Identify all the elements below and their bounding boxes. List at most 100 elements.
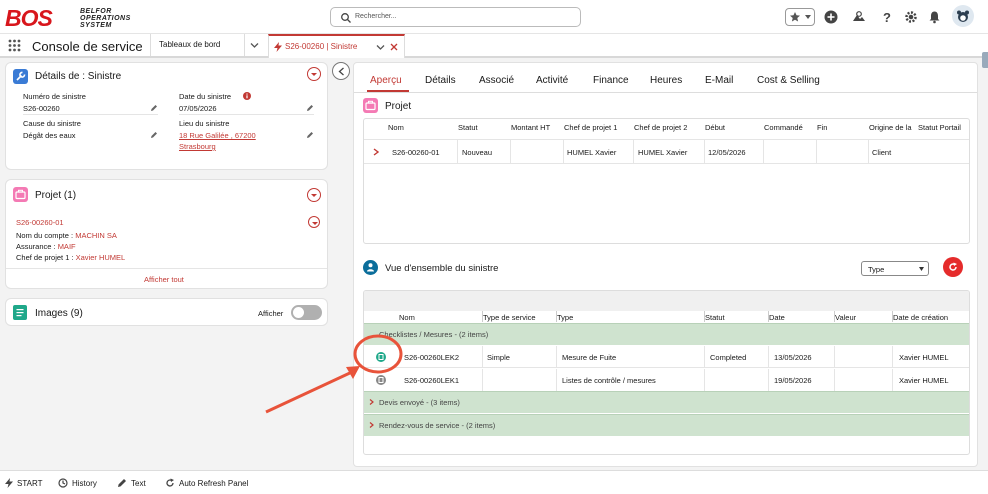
collapse-panel-button[interactable] xyxy=(332,62,350,80)
person-icon xyxy=(363,260,378,275)
edit-date-pencil-icon[interactable] xyxy=(306,104,314,112)
projet-item-link[interactable]: S26-00260-01 xyxy=(16,218,64,227)
col-chef2[interactable]: Chef de projet 2 xyxy=(634,123,687,132)
tab-activite[interactable]: Activité xyxy=(536,75,568,86)
col-nom[interactable]: Nom xyxy=(388,123,404,132)
vcol-type-service[interactable]: Type de service xyxy=(483,313,536,322)
group-rendez-vous[interactable]: Rendez-vous de service - (2 items) xyxy=(364,414,969,436)
divider xyxy=(510,139,511,163)
col-statut[interactable]: Statut xyxy=(458,123,478,132)
projet-row-nom[interactable]: S26-00260-01 xyxy=(392,148,440,157)
vcol-type[interactable]: Type xyxy=(557,313,573,322)
vue-section-title: Vue d'ensemble du sinistre xyxy=(385,263,499,274)
tab-finance[interactable]: Finance xyxy=(593,75,629,86)
trailhead-button[interactable] xyxy=(850,8,868,26)
tabs-divider xyxy=(354,92,977,93)
logo-subtitle: BELFOR OPERATIONS SYSTEM xyxy=(80,8,131,29)
cause-value: Dégât des eaux xyxy=(23,131,76,140)
edit-lieu-pencil-icon[interactable] xyxy=(306,131,314,139)
utility-edge-handle[interactable] xyxy=(982,52,988,68)
lightning-icon xyxy=(5,478,13,488)
toggle-knob xyxy=(293,307,304,318)
tab-details[interactable]: Détails xyxy=(425,75,456,86)
group-devis-envoye[interactable]: Devis envoyé - (3 items) xyxy=(364,391,969,413)
projet-item-dropdown[interactable] xyxy=(308,216,320,228)
divider xyxy=(482,311,483,322)
notifications-button[interactable] xyxy=(925,8,943,26)
info-icon[interactable] xyxy=(243,92,251,100)
divider xyxy=(633,139,634,163)
vcol-nom[interactable]: Nom xyxy=(399,313,415,322)
col-chef1[interactable]: Chef de projet 1 xyxy=(564,123,617,132)
details-actions-dropdown[interactable] xyxy=(307,67,321,81)
close-tab-icon[interactable] xyxy=(390,43,398,51)
tab-email[interactable]: E-Mail xyxy=(705,75,733,86)
tab-cost-selling[interactable]: Cost & Selling xyxy=(757,75,820,86)
col-montant[interactable]: Montant HT xyxy=(511,123,550,132)
projet-row-debut: 12/05/2026 xyxy=(708,148,746,157)
expand-row-chevron-icon[interactable] xyxy=(373,148,379,156)
tab-heures[interactable]: Heures xyxy=(650,75,682,86)
divider xyxy=(892,369,893,391)
projet-row-statut: Nouveau xyxy=(462,148,493,157)
table-row[interactable]: S26-00260LEK2 Simple Mesure de Fuite Com… xyxy=(364,346,969,368)
nav-menu-chevron-icon[interactable] xyxy=(250,42,259,49)
pencil-icon xyxy=(118,479,126,487)
col-debut[interactable]: Début xyxy=(705,123,725,132)
tab-record-s26-00260[interactable]: S26-00260 | Sinistre xyxy=(268,34,405,58)
type-filter-value: Type xyxy=(868,265,885,274)
projet-card-dropdown[interactable] xyxy=(307,188,321,202)
tab-dashboard[interactable]: Tableaux de bord xyxy=(150,34,245,56)
star-icon xyxy=(789,12,800,22)
bos-logo[interactable]: BOS BELFOR OPERATIONS SYSTEM xyxy=(5,5,135,31)
edit-numero-pencil-icon[interactable] xyxy=(150,104,158,112)
group-checklistes[interactable]: Checklistes / Mesures - (2 items) xyxy=(364,323,969,345)
divider xyxy=(563,139,564,163)
start-button[interactable]: START xyxy=(5,478,42,488)
projet-chef-row: Chef de projet 1 : Xavier HUMEL xyxy=(16,253,126,262)
user-avatar[interactable] xyxy=(952,5,974,27)
divider xyxy=(364,139,969,140)
vcol-date-creation[interactable]: Date de création xyxy=(893,313,948,322)
tab-apercu[interactable]: Aperçu xyxy=(370,75,402,86)
projet-row-origine: Client xyxy=(872,148,892,157)
divider xyxy=(6,268,327,269)
lieu-address-line1[interactable]: 18 Rue Galilée , 67200 xyxy=(179,131,256,140)
col-commande[interactable]: Commandé xyxy=(764,123,803,132)
divider xyxy=(482,346,483,368)
col-origine[interactable]: Origine de la xyxy=(869,123,912,132)
global-search-input[interactable]: Rechercher... xyxy=(330,7,581,27)
col-fin[interactable]: Fin xyxy=(817,123,827,132)
edit-cause-pencil-icon[interactable] xyxy=(150,131,158,139)
app-launcher-icon[interactable] xyxy=(8,39,21,52)
clock-icon xyxy=(58,478,68,488)
setup-button[interactable] xyxy=(902,8,920,26)
add-button[interactable] xyxy=(822,8,840,26)
favorites-button[interactable] xyxy=(785,8,815,26)
images-toggle[interactable] xyxy=(291,305,322,320)
auto-refresh-button[interactable]: Auto Refresh Panel xyxy=(165,478,248,488)
divider xyxy=(704,139,705,163)
row-date: 19/05/2026 xyxy=(774,376,812,385)
history-button[interactable]: History xyxy=(58,478,97,488)
tab-associe[interactable]: Associé xyxy=(479,75,514,86)
col-statut-portail[interactable]: Statut Portail xyxy=(918,123,961,132)
divider xyxy=(556,369,557,391)
divider xyxy=(892,311,893,322)
date-label: Date du sinistre xyxy=(179,92,232,101)
vcol-statut[interactable]: Statut xyxy=(705,313,725,322)
row-creation: Xavier HUMEL xyxy=(899,376,949,385)
lieu-address-line2[interactable]: Strasbourg xyxy=(179,142,216,151)
text-button[interactable]: Text xyxy=(117,478,146,488)
help-button[interactable]: ? xyxy=(878,8,896,26)
wrench-icon xyxy=(13,69,28,84)
show-all-link[interactable]: Afficher tout xyxy=(144,275,184,284)
vcol-valeur[interactable]: Valeur xyxy=(835,313,856,322)
details-card: Détails de : Sinistre Numéro de sinistre… xyxy=(5,62,328,170)
table-row[interactable]: S26-00260LEK1 Listes de contrôle / mesur… xyxy=(364,369,969,391)
type-filter-select[interactable]: Type xyxy=(861,261,929,276)
vcol-date[interactable]: Date xyxy=(769,313,785,322)
divider xyxy=(768,369,769,391)
tab-chevron-down-icon[interactable] xyxy=(376,44,385,51)
refresh-button[interactable] xyxy=(943,257,963,277)
